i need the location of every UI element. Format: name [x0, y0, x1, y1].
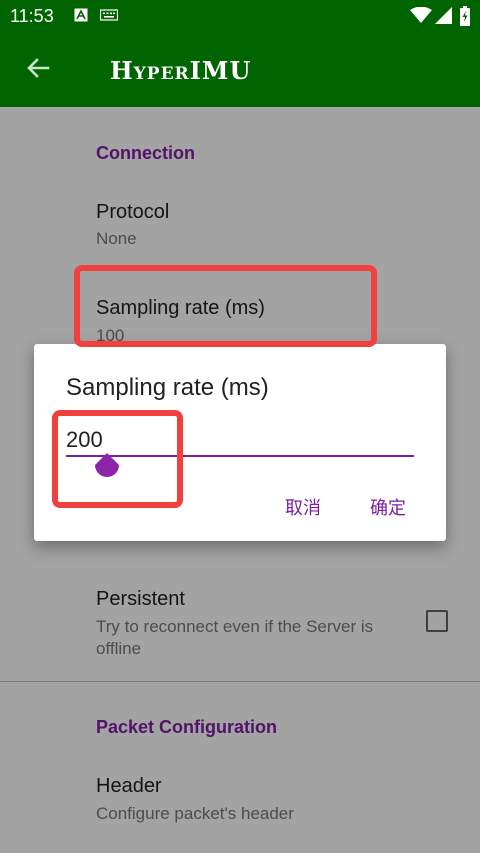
keyboard-icon — [99, 8, 119, 22]
status-time: 11:53 — [10, 6, 54, 26]
dialog-title: Sampling rate (ms) — [66, 374, 269, 401]
status-bar: 11:53 — [0, 0, 480, 32]
battery-charging-icon — [460, 6, 470, 26]
accessibility-icon — [74, 8, 88, 22]
back-arrow-icon[interactable] — [24, 54, 52, 82]
signal-icon — [434, 7, 452, 24]
app-bar: HyperIMU — [0, 32, 480, 107]
ok-button[interactable]: 确定 — [370, 494, 406, 520]
highlight-box-input — [52, 410, 183, 508]
highlight-box-sampling-rate — [74, 265, 377, 347]
cancel-button[interactable]: 取消 — [285, 494, 321, 520]
wifi-icon — [410, 6, 432, 23]
app-title: HyperIMU — [110, 56, 252, 85]
